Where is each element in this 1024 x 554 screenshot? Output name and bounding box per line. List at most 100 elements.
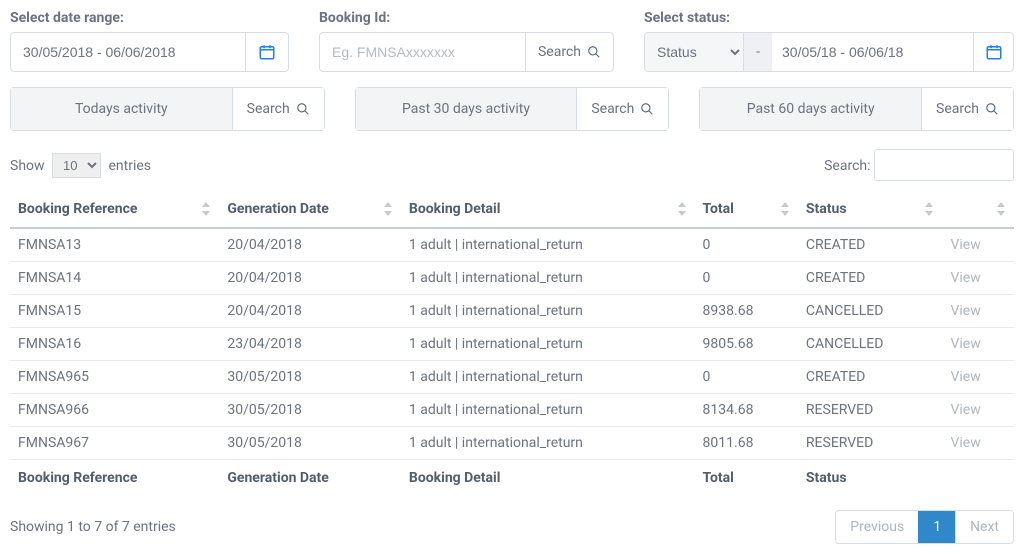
cell-ref: FMNSA14 [10, 262, 219, 295]
quick-30days: Past 30 days activity Search [355, 87, 670, 131]
cell-status: RESERVED [798, 427, 943, 460]
search-icon [296, 102, 310, 116]
col-booking-detail[interactable]: Booking Detail [401, 191, 695, 228]
date-range-group [10, 32, 289, 72]
bookings-table: Booking Reference Generation Date Bookin… [10, 191, 1014, 496]
table-row: FMNSA96730/05/20181 adult | internationa… [10, 427, 1014, 460]
quick-30days-search[interactable]: Search [576, 88, 668, 130]
cell-status: CREATED [798, 361, 943, 394]
sort-icon [780, 202, 790, 216]
status-select[interactable]: Status [644, 32, 744, 72]
sort-icon [677, 202, 687, 216]
status-dash: - [744, 32, 772, 72]
table-info: Showing 1 to 7 of 7 entries [10, 519, 176, 535]
quick-30days-label: Past 30 days activity [356, 88, 577, 130]
search-icon [640, 102, 654, 116]
status-group: Status - [644, 32, 1014, 72]
quick-60days: Past 60 days activity Search [699, 87, 1014, 131]
cell-date: 23/04/2018 [219, 328, 401, 361]
search-icon [587, 45, 601, 59]
sort-icon [383, 202, 393, 216]
booking-id-search-button[interactable]: Search [525, 33, 613, 71]
cell-status: CREATED [798, 228, 943, 262]
quick-today: Todays activity Search [10, 87, 325, 131]
col-status[interactable]: Status [798, 191, 943, 228]
booking-id-group: Search [319, 32, 614, 72]
cell-date: 20/04/2018 [219, 295, 401, 328]
calendar-icon[interactable] [974, 32, 1014, 72]
view-link[interactable]: View [942, 262, 1014, 295]
cell-total: 0 [695, 361, 798, 394]
cell-status: CANCELLED [798, 295, 943, 328]
cell-total: 8011.68 [695, 427, 798, 460]
cell-total: 9805.68 [695, 328, 798, 361]
col-booking-reference[interactable]: Booking Reference [10, 191, 219, 228]
cell-ref: FMNSA16 [10, 328, 219, 361]
view-link[interactable]: View [942, 328, 1014, 361]
col-total[interactable]: Total [695, 191, 798, 228]
paginator: Previous 1 Next [835, 510, 1014, 544]
date-range-input[interactable] [11, 33, 245, 71]
cell-detail: 1 adult | international_return [401, 262, 695, 295]
cell-detail: 1 adult | international_return [401, 427, 695, 460]
table-row: FMNSA96530/05/20181 adult | internationa… [10, 361, 1014, 394]
booking-id-search-label: Search [538, 44, 581, 60]
cell-date: 20/04/2018 [219, 228, 401, 262]
search-icon [985, 102, 999, 116]
quick-60days-search[interactable]: Search [921, 88, 1013, 130]
col-generation-date[interactable]: Generation Date [219, 191, 401, 228]
date-range-label: Select date range: [10, 10, 289, 26]
quick-today-search[interactable]: Search [232, 88, 324, 130]
col-action[interactable] [942, 191, 1014, 228]
foot-booking-detail: Booking Detail [401, 460, 695, 497]
table-row: FMNSA1420/04/20181 adult | international… [10, 262, 1014, 295]
quick-filters: Todays activity Search Past 30 days acti… [10, 87, 1014, 131]
status-label: Select status: [644, 10, 1014, 26]
view-link[interactable]: View [942, 228, 1014, 262]
booking-id-label: Booking Id: [319, 10, 614, 26]
cell-date: 30/05/2018 [219, 361, 401, 394]
quick-today-label: Todays activity [11, 88, 232, 130]
cell-total: 8134.68 [695, 394, 798, 427]
next-button[interactable]: Next [955, 511, 1013, 543]
cell-ref: FMNSA965 [10, 361, 219, 394]
cell-total: 8938.68 [695, 295, 798, 328]
foot-status: Status [798, 460, 943, 497]
foot-booking-reference: Booking Reference [10, 460, 219, 497]
sort-icon [924, 202, 934, 216]
cell-detail: 1 adult | international_return [401, 361, 695, 394]
foot-total: Total [695, 460, 798, 497]
prev-button[interactable]: Previous [836, 511, 918, 543]
cell-status: CANCELLED [798, 328, 943, 361]
view-link[interactable]: View [942, 427, 1014, 460]
page-1-button[interactable]: 1 [918, 511, 955, 543]
table-row: FMNSA96630/05/20181 adult | internationa… [10, 394, 1014, 427]
cell-ref: FMNSA966 [10, 394, 219, 427]
booking-id-input[interactable] [320, 33, 525, 71]
page-size-select[interactable]: 10 [52, 153, 101, 178]
cell-status: CREATED [798, 262, 943, 295]
sort-icon [996, 202, 1006, 216]
status-date-input[interactable] [772, 32, 974, 72]
cell-date: 30/05/2018 [219, 427, 401, 460]
view-link[interactable]: View [942, 394, 1014, 427]
sort-icon [201, 202, 211, 216]
table-row: FMNSA1520/04/20181 adult | international… [10, 295, 1014, 328]
cell-status: RESERVED [798, 394, 943, 427]
cell-detail: 1 adult | international_return [401, 328, 695, 361]
view-link[interactable]: View [942, 361, 1014, 394]
cell-total: 0 [695, 262, 798, 295]
table-row: FMNSA1320/04/20181 adult | international… [10, 228, 1014, 262]
entries-control: Show 10 entries [10, 153, 151, 178]
cell-date: 30/05/2018 [219, 394, 401, 427]
view-link[interactable]: View [942, 295, 1014, 328]
cell-total: 0 [695, 228, 798, 262]
cell-detail: 1 adult | international_return [401, 295, 695, 328]
table-row: FMNSA1623/04/20181 adult | international… [10, 328, 1014, 361]
cell-detail: 1 adult | international_return [401, 228, 695, 262]
table-search-input[interactable] [874, 149, 1014, 181]
table-search: Search: [824, 149, 1014, 181]
foot-generation-date: Generation Date [219, 460, 401, 497]
cell-ref: FMNSA967 [10, 427, 219, 460]
calendar-icon[interactable] [245, 33, 288, 71]
